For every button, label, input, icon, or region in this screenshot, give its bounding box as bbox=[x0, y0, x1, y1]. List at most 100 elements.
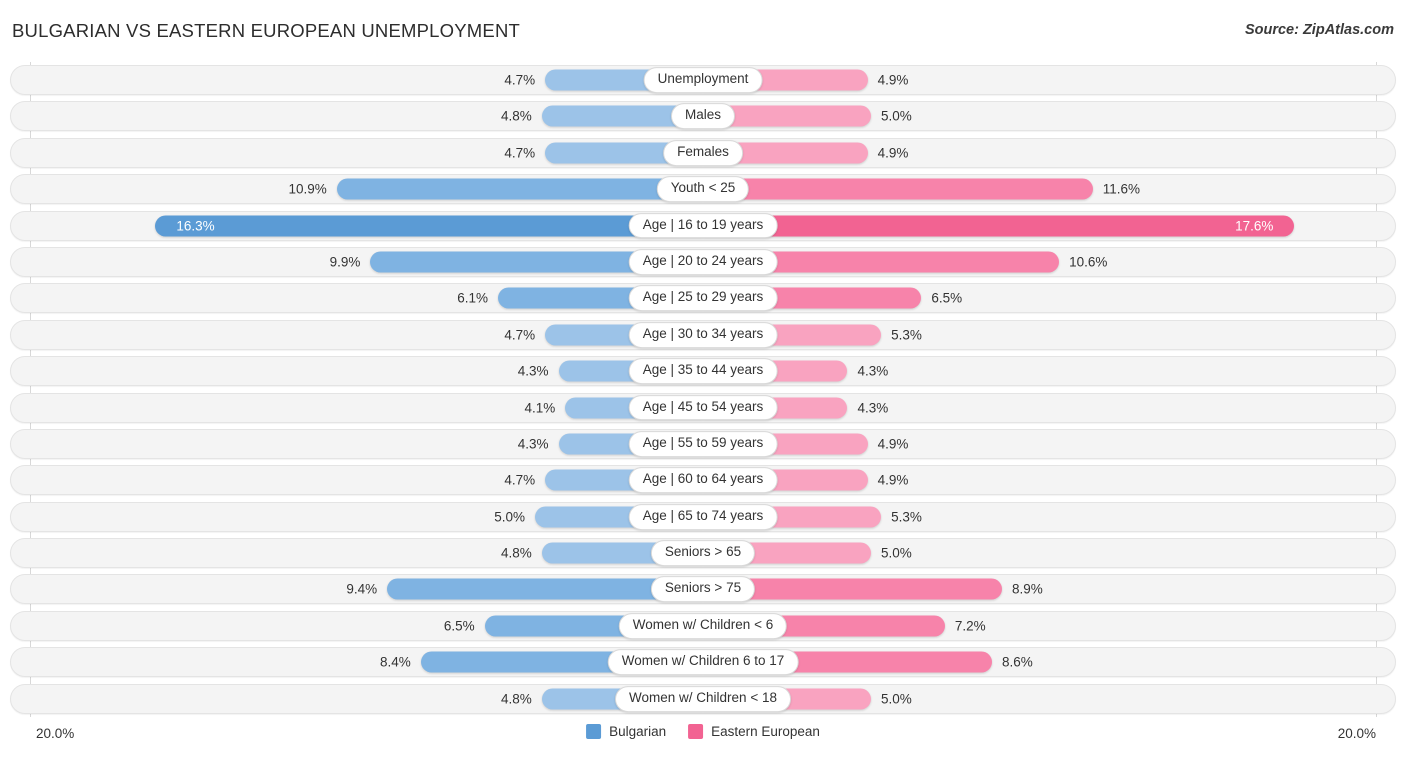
row-category-label: Males bbox=[670, 103, 736, 130]
value-label-eastern-european: 11.6% bbox=[1102, 181, 1141, 197]
bar-row: 5.0% 5.3% Age | 65 to 74 years bbox=[0, 499, 1406, 535]
row-category-label: Age | 55 to 59 years bbox=[628, 430, 778, 457]
value-label-bulgarian: 16.3% bbox=[176, 218, 215, 234]
source-attribution: Source: ZipAtlas.com bbox=[1244, 22, 1394, 38]
bar-row-track: 5.0% 5.3% Age | 65 to 74 years bbox=[10, 501, 1396, 532]
bar-row: 9.9% 10.6% Age | 20 to 24 years bbox=[0, 244, 1406, 280]
value-label-bulgarian: 4.8% bbox=[500, 691, 532, 707]
row-category-label: Seniors > 75 bbox=[650, 576, 756, 603]
bar-row-track: 10.9% 11.6% Youth < 25 bbox=[10, 174, 1396, 205]
chart-root: BULGARIAN VS EASTERN EUROPEAN UNEMPLOYME… bbox=[0, 0, 1406, 757]
page-title: BULGARIAN VS EASTERN EUROPEAN UNEMPLOYME… bbox=[12, 20, 520, 41]
row-category-label: Females bbox=[663, 139, 743, 166]
value-label-bulgarian: 9.9% bbox=[329, 254, 361, 270]
value-label-bulgarian: 8.4% bbox=[379, 654, 411, 670]
value-label-eastern-european: 4.9% bbox=[877, 72, 909, 88]
bar-row-track: 4.3% 4.3% Age | 35 to 44 years bbox=[10, 356, 1396, 387]
row-category-label: Age | 35 to 44 years bbox=[628, 358, 778, 385]
value-label-eastern-european: 10.6% bbox=[1069, 254, 1108, 270]
bar-row-track: 4.7% 5.3% Age | 30 to 34 years bbox=[10, 319, 1396, 350]
value-label-eastern-european: 5.3% bbox=[891, 327, 922, 343]
row-category-label: Seniors > 65 bbox=[650, 540, 756, 567]
chart-footer: 20.0% 20.0% Bulgarian Eastern European bbox=[0, 718, 1406, 757]
value-label-eastern-european: 5.3% bbox=[891, 509, 922, 525]
value-label-eastern-european: 4.3% bbox=[857, 400, 889, 416]
value-label-eastern-european: 5.0% bbox=[881, 691, 912, 707]
bar-row-track: 9.9% 10.6% Age | 20 to 24 years bbox=[10, 246, 1396, 277]
legend-item[interactable]: Eastern European bbox=[688, 724, 820, 739]
bar-row: 16.3% 17.6% Age | 16 to 19 years bbox=[0, 208, 1406, 244]
value-label-bulgarian: 4.3% bbox=[517, 363, 549, 379]
legend-swatch-icon bbox=[586, 724, 602, 739]
value-label-bulgarian: 9.4% bbox=[346, 581, 378, 597]
legend-label: Eastern European bbox=[711, 724, 820, 739]
value-label-bulgarian: 4.7% bbox=[504, 472, 536, 488]
value-label-eastern-european: 7.2% bbox=[954, 618, 986, 634]
value-label-eastern-european: 8.6% bbox=[1001, 654, 1033, 670]
bar-row-track: 16.3% 17.6% Age | 16 to 19 years bbox=[10, 210, 1396, 241]
value-label-eastern-european: 6.5% bbox=[931, 290, 963, 306]
legend-item[interactable]: Bulgarian bbox=[586, 724, 666, 739]
row-category-label: Women w/ Children 6 to 17 bbox=[607, 649, 799, 676]
bar-row-track: 4.3% 4.9% Age | 55 to 59 years bbox=[10, 428, 1396, 459]
row-category-label: Age | 20 to 24 years bbox=[628, 249, 778, 275]
bar-row-track: 6.5% 7.2% Women w/ Children < 6 bbox=[10, 610, 1396, 641]
row-category-label: Age | 25 to 29 years bbox=[628, 285, 778, 312]
bar-row: 4.8% 5.0% Seniors > 65 bbox=[0, 535, 1406, 571]
value-label-eastern-european: 4.9% bbox=[877, 436, 909, 452]
bar-row-track: 4.8% 5.0% Males bbox=[10, 101, 1396, 132]
bar-row: 4.7% 4.9% Unemployment bbox=[0, 62, 1406, 98]
bar-row-track: 4.7% 4.9% Unemployment bbox=[10, 65, 1396, 95]
value-label-bulgarian: 4.7% bbox=[504, 145, 536, 161]
row-category-label: Age | 16 to 19 years bbox=[628, 212, 778, 239]
bar-row-track: 4.8% 5.0% Women w/ Children < 18 bbox=[10, 683, 1396, 714]
bar-row: 4.8% 5.0% Women w/ Children < 18 bbox=[0, 681, 1406, 717]
bar-row: 8.4% 8.6% Women w/ Children 6 to 17 bbox=[0, 644, 1406, 680]
bar-row: 10.9% 11.6% Youth < 25 bbox=[0, 171, 1406, 207]
row-category-label: Age | 45 to 54 years bbox=[628, 394, 778, 421]
bar-row: 4.8% 5.0% Males bbox=[0, 98, 1406, 134]
value-label-bulgarian: 4.3% bbox=[517, 436, 549, 452]
row-category-label: Women w/ Children < 18 bbox=[615, 685, 791, 712]
value-label-eastern-european: 8.9% bbox=[1012, 581, 1043, 597]
chart-legend: Bulgarian Eastern European bbox=[586, 724, 820, 739]
value-label-eastern-european: 17.6% bbox=[1235, 218, 1274, 234]
value-label-bulgarian: 5.0% bbox=[494, 509, 525, 525]
bar-row-track: 4.1% 4.3% Age | 45 to 54 years bbox=[10, 392, 1396, 423]
value-label-bulgarian: 4.7% bbox=[504, 327, 536, 343]
bar-row-track: 4.7% 4.9% Females bbox=[10, 137, 1396, 168]
value-label-bulgarian: 6.1% bbox=[457, 290, 489, 306]
bar-row-track: 8.4% 8.6% Women w/ Children 6 to 17 bbox=[10, 647, 1396, 678]
bar-eastern-european bbox=[703, 215, 1295, 237]
row-category-label: Age | 30 to 34 years bbox=[628, 321, 778, 348]
row-category-label: Age | 65 to 74 years bbox=[628, 503, 778, 530]
row-category-label: Unemployment bbox=[643, 67, 763, 93]
value-label-bulgarian: 4.7% bbox=[504, 72, 536, 88]
axis-label-left: 20.0% bbox=[36, 726, 75, 741]
row-category-label: Women w/ Children < 6 bbox=[618, 612, 788, 639]
bar-row: 9.4% 8.9% Seniors > 75 bbox=[0, 571, 1406, 607]
chart-header: BULGARIAN VS EASTERN EUROPEAN UNEMPLOYME… bbox=[0, 0, 1406, 60]
value-label-eastern-european: 5.0% bbox=[881, 108, 912, 124]
bar-row-track: 9.4% 8.9% Seniors > 75 bbox=[10, 574, 1396, 605]
row-category-label: Youth < 25 bbox=[656, 176, 750, 203]
value-label-bulgarian: 4.8% bbox=[500, 108, 532, 124]
value-label-bulgarian: 4.1% bbox=[524, 400, 556, 416]
legend-swatch-icon bbox=[688, 724, 704, 739]
bar-row: 4.3% 4.3% Age | 35 to 44 years bbox=[0, 353, 1406, 389]
bar-row: 6.5% 7.2% Women w/ Children < 6 bbox=[0, 608, 1406, 644]
bar-row-track: 4.8% 5.0% Seniors > 65 bbox=[10, 538, 1396, 569]
bar-bulgarian bbox=[336, 178, 703, 200]
bar-row-track: 4.7% 4.9% Age | 60 to 64 years bbox=[10, 465, 1396, 496]
bar-row: 4.7% 4.9% Females bbox=[0, 135, 1406, 171]
value-label-eastern-european: 4.3% bbox=[857, 363, 889, 379]
bar-row: 4.3% 4.9% Age | 55 to 59 years bbox=[0, 426, 1406, 462]
bar-bulgarian bbox=[155, 215, 703, 237]
bar-row-track: 6.1% 6.5% Age | 25 to 29 years bbox=[10, 283, 1396, 314]
value-label-eastern-european: 5.0% bbox=[881, 545, 912, 561]
value-label-bulgarian: 6.5% bbox=[443, 618, 475, 634]
legend-label: Bulgarian bbox=[609, 724, 667, 739]
axis-label-right: 20.0% bbox=[1337, 726, 1376, 741]
value-label-bulgarian: 4.8% bbox=[500, 545, 532, 561]
bar-eastern-european bbox=[703, 178, 1093, 200]
